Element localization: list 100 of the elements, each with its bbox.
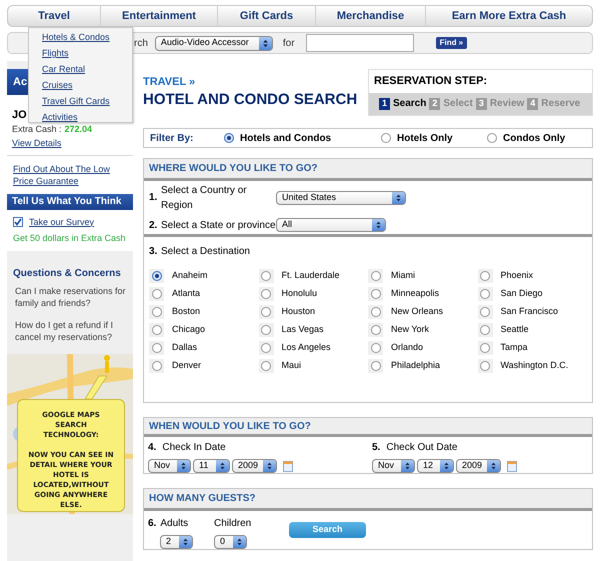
- menu-item[interactable]: Activities: [42, 111, 132, 124]
- dropdown[interactable]: Nov: [148, 459, 191, 473]
- account-name: JO: [12, 108, 27, 123]
- find-button[interactable]: Find »: [436, 37, 468, 49]
- step-label: Review: [490, 97, 524, 112]
- radio-button[interactable]: [370, 343, 380, 353]
- menu-item[interactable]: Hotels & Condos: [42, 31, 132, 44]
- dropdown[interactable]: Nov: [372, 459, 415, 473]
- dropdown[interactable]: 12: [417, 459, 454, 473]
- destination-label: Phoenix: [500, 269, 534, 282]
- search-field[interactable]: [306, 34, 414, 52]
- step-number: 2.: [149, 218, 158, 232]
- radio-button[interactable]: [480, 361, 490, 371]
- menu-item[interactable]: Cruises: [42, 79, 132, 92]
- destination-label: Philadelphia: [391, 359, 440, 372]
- radio-button[interactable]: [480, 343, 490, 353]
- radio-button[interactable]: [261, 361, 271, 371]
- step-number-badge: 1: [379, 98, 390, 110]
- updown-arrows-icon: [263, 460, 276, 472]
- page-title: HOTEL AND CONDO SEARCH: [143, 90, 358, 108]
- radio-button[interactable]: [261, 289, 271, 299]
- radio-button[interactable]: [261, 325, 271, 335]
- destination-label: Anaheim: [172, 269, 208, 282]
- radio-button[interactable]: [480, 307, 490, 317]
- destination-label: Miami: [391, 269, 415, 282]
- updown-arrows-icon: [177, 460, 190, 472]
- radio-button[interactable]: [152, 307, 162, 317]
- radio-button[interactable]: [370, 361, 380, 371]
- nav-item[interactable]: Merchandise: [316, 6, 426, 26]
- radio-button[interactable]: [261, 343, 271, 353]
- radio-button[interactable]: [480, 289, 490, 299]
- destination-label: Ft. Lauderdale: [282, 269, 340, 282]
- step-number: 5.: [372, 441, 380, 455]
- dropdown[interactable]: 2009: [232, 459, 277, 473]
- dropdown[interactable]: Audio-Video Accessor: [154, 36, 273, 50]
- extra-cash-label: Extra Cash :: [12, 123, 62, 135]
- menu-item[interactable]: Flights: [42, 47, 132, 60]
- nav-item[interactable]: Gift Cards: [218, 6, 316, 26]
- faq-link[interactable]: How do I get a refund if I cancel my reservations?: [13, 318, 127, 342]
- step-number: 3.: [149, 245, 158, 259]
- dropdown[interactable]: United States: [276, 190, 406, 204]
- destination-label: Maui: [282, 359, 302, 372]
- radio-button[interactable]: [381, 133, 391, 143]
- nav-item[interactable]: Earn More Extra Cash: [426, 6, 592, 26]
- for-label: for: [282, 36, 295, 50]
- updown-arrows-icon: [372, 219, 385, 231]
- feedback-header: Tell Us What You Think: [7, 194, 133, 210]
- radio-button[interactable]: [370, 325, 380, 335]
- field-label: Select a Destination: [161, 245, 250, 259]
- updown-arrows-icon: [233, 536, 246, 548]
- radio-button[interactable]: [152, 325, 162, 335]
- step-label: Search: [393, 97, 426, 112]
- field-label: Select a State or province: [161, 218, 276, 232]
- updown-arrows-icon: [440, 460, 453, 472]
- radio-button[interactable]: [152, 361, 162, 371]
- radio-button[interactable]: [370, 307, 380, 317]
- radio-button[interactable]: [224, 133, 234, 143]
- destination-label: Tampa: [500, 341, 528, 354]
- step-number-badge: 4: [527, 98, 538, 110]
- survey-link[interactable]: Take our Survey: [29, 216, 94, 229]
- view-details-link[interactable]: View Details: [12, 137, 128, 150]
- radio-button[interactable]: [480, 325, 490, 335]
- destination-label: Dallas: [172, 341, 198, 354]
- radio-button[interactable]: [370, 289, 380, 299]
- radio-button[interactable]: [261, 307, 271, 317]
- dropdown[interactable]: 2: [160, 535, 193, 549]
- search-label: rch: [134, 36, 148, 50]
- menu-item[interactable]: Travel Gift Cards: [42, 95, 132, 108]
- faq-link[interactable]: Can I make reservations for family and friends?: [13, 284, 127, 308]
- radio-button[interactable]: [152, 289, 162, 299]
- destination-label: Boston: [172, 305, 200, 318]
- destination-label: New York: [391, 323, 430, 336]
- destination-label: New Orleans: [391, 305, 444, 318]
- radio-button[interactable]: [370, 271, 380, 281]
- updown-arrows-icon: [401, 460, 414, 472]
- updown-arrows-icon: [392, 192, 405, 204]
- destination-label: Washington D.C.: [500, 359, 568, 372]
- destination-label: Atlanta: [172, 287, 200, 300]
- destination-label: Las Vegas: [282, 323, 324, 336]
- filter-option-label: Hotels and Condos: [240, 132, 332, 146]
- dropdown[interactable]: All: [276, 218, 386, 232]
- destination-label: Los Angeles: [282, 341, 331, 354]
- destination-label: Seattle: [500, 323, 529, 336]
- destination-label: Honolulu: [282, 287, 318, 300]
- calendar-icon[interactable]: [507, 460, 517, 472]
- nav-item[interactable]: Travel: [8, 6, 101, 26]
- radio-button[interactable]: [261, 271, 271, 281]
- updown-arrows-icon: [216, 460, 229, 472]
- updown-arrows-icon: [258, 36, 272, 50]
- radio-button[interactable]: [152, 271, 162, 281]
- radio-button[interactable]: [480, 271, 490, 281]
- destination-label: Minneapolis: [391, 287, 440, 300]
- calendar-icon[interactable]: [283, 460, 293, 472]
- dropdown[interactable]: 11: [193, 459, 230, 473]
- checkbox[interactable]: [13, 217, 23, 228]
- dropdown[interactable]: 0: [214, 535, 247, 549]
- nav-item[interactable]: Entertainment: [101, 6, 218, 26]
- dropdown[interactable]: 2009: [456, 459, 501, 473]
- radio-button[interactable]: [487, 133, 497, 143]
- radio-button[interactable]: [152, 343, 162, 353]
